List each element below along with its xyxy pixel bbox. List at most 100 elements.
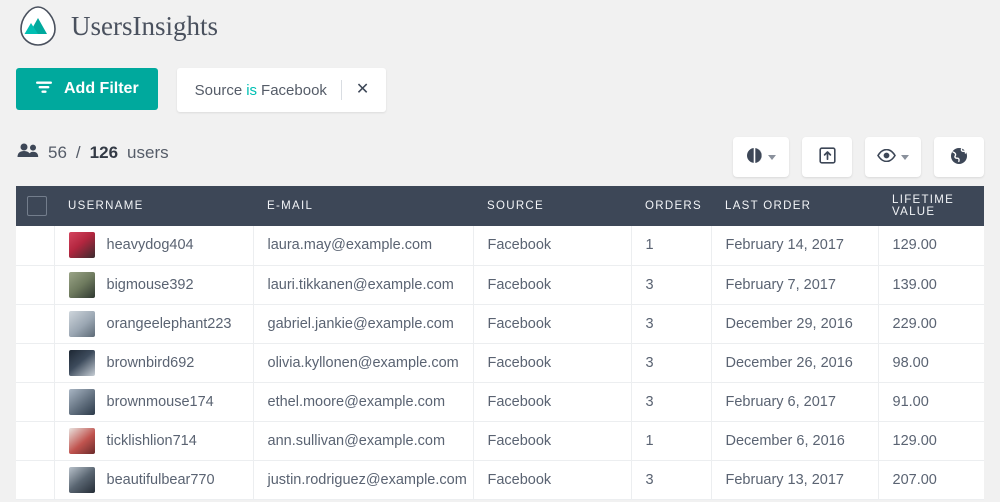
cell-orders: 3 — [631, 382, 712, 422]
cell-username[interactable]: bigmouse392 — [54, 265, 254, 305]
cell-email: ethel.moore@example.com — [253, 382, 474, 422]
add-filter-button[interactable]: Add Filter — [16, 68, 158, 110]
filter-chip-field: Source — [194, 81, 243, 99]
avatar — [68, 388, 95, 415]
column-header-email[interactable]: E-MAIL — [253, 186, 473, 226]
cell-lifetime-value: 129.00 — [878, 226, 984, 266]
cell-lifetime-value: 139.00 — [878, 265, 984, 305]
cell-source: Facebook — [473, 304, 632, 344]
cell-source: Facebook — [473, 226, 632, 266]
cell-username[interactable]: ticklishlion714 — [54, 421, 254, 461]
cell-email: gabriel.jankie@example.com — [253, 304, 474, 344]
column-header-username[interactable]: USERNAME — [54, 186, 253, 226]
visibility-button[interactable] — [865, 137, 921, 177]
cell-orders: 1 — [631, 226, 712, 266]
app-root: UsersInsights Add Filter Source is Faceb… — [0, 0, 1000, 502]
filter-chip-value: Facebook — [261, 81, 327, 99]
users-table: USERNAME E-MAIL SOURCE ORDERS LAST ORDER… — [16, 186, 984, 500]
avatar — [68, 310, 95, 337]
table-row[interactable]: ticklishlion714 ann.sullivan@example.com F… — [16, 421, 984, 461]
charts-button[interactable] — [733, 137, 789, 177]
cell-last-order: February 6, 2017 — [711, 382, 879, 422]
add-filter-label: Add Filter — [64, 80, 139, 97]
cell-lifetime-value: 91.00 — [878, 382, 984, 422]
avatar — [68, 466, 95, 493]
cell-last-order: February 7, 2017 — [711, 265, 879, 305]
avatar — [68, 232, 95, 259]
cell-username[interactable]: brownmouse174 — [54, 382, 254, 422]
chevron-down-icon — [768, 154, 776, 160]
row-select-cell[interactable] — [16, 304, 55, 344]
table-row[interactable]: brownmouse174 ethel.moore@example.com Face… — [16, 382, 984, 422]
table-row[interactable]: orangeelephant223 gabriel.jankie@example.… — [16, 304, 984, 344]
cell-source: Facebook — [473, 460, 632, 500]
table-row[interactable]: bigmouse392 lauri.tikkanen@example.com Fac… — [16, 265, 984, 305]
row-select-cell[interactable] — [16, 226, 55, 266]
cell-orders: 3 — [631, 304, 712, 344]
cell-last-order: February 14, 2017 — [711, 226, 879, 266]
users-icon — [17, 143, 39, 163]
column-header-source[interactable]: SOURCE — [473, 186, 631, 226]
row-select-cell[interactable] — [16, 460, 55, 500]
table-row[interactable]: heavydog404 laura.may@example.com Facebook… — [16, 226, 984, 266]
column-header-last-order[interactable]: LAST ORDER — [711, 186, 878, 226]
select-all-header — [16, 186, 54, 226]
count-shown: 56 — [48, 143, 67, 162]
user-count: 56 / 126 users — [17, 143, 169, 163]
cell-username[interactable]: beautifulbear770 — [54, 460, 254, 500]
row-select-cell[interactable] — [16, 265, 55, 305]
avatar — [68, 271, 95, 298]
cell-orders: 3 — [631, 460, 712, 500]
filter-chip-operator: is — [246, 81, 258, 99]
map-button[interactable] — [934, 137, 984, 177]
brand-logo: UsersInsights — [16, 4, 218, 48]
cell-username[interactable]: heavydog404 — [54, 226, 254, 266]
row-select-cell[interactable] — [16, 421, 55, 461]
cell-email: justin.rodriguez@example.com — [253, 460, 474, 500]
count-total: 126 — [89, 143, 119, 162]
row-select-cell[interactable] — [16, 382, 55, 422]
username-label: heavydog404 — [106, 237, 194, 254]
cell-email: olivia.kyllonen@example.com — [253, 343, 474, 383]
column-header-lifetime-value[interactable]: LIFETIME VALUE — [878, 186, 984, 226]
cell-orders: 3 — [631, 343, 712, 383]
column-header-orders[interactable]: ORDERS — [631, 186, 711, 226]
table-row[interactable]: beautifulbear770 justin.rodriguez@example… — [16, 460, 984, 500]
chevron-down-icon — [901, 154, 909, 160]
cell-lifetime-value: 207.00 — [878, 460, 984, 500]
export-button[interactable] — [802, 137, 852, 177]
filter-chip-source[interactable]: Source is Facebook ✕ — [176, 68, 387, 112]
cell-username[interactable]: orangeelephant223 — [54, 304, 254, 344]
cell-username[interactable]: brownbird692 — [54, 343, 254, 383]
table-row[interactable]: brownbird692 olivia.kyllonen@example.com F… — [16, 343, 984, 383]
cell-last-order: December 26, 2016 — [711, 343, 879, 383]
username-label: ticklishlion714 — [106, 432, 197, 449]
cell-source: Facebook — [473, 421, 632, 461]
pie-chart-icon — [746, 147, 763, 167]
cell-lifetime-value: 129.00 — [878, 421, 984, 461]
cell-last-order: February 13, 2017 — [711, 460, 879, 500]
cell-orders: 3 — [631, 265, 712, 305]
username-label: brownbird692 — [106, 354, 195, 371]
mountain-logo-icon — [16, 4, 60, 48]
cell-email: laura.may@example.com — [253, 226, 474, 266]
cell-email: ann.sullivan@example.com — [253, 421, 474, 461]
close-icon[interactable]: ✕ — [353, 80, 372, 100]
checkbox-icon[interactable] — [27, 196, 47, 216]
row-select-cell[interactable] — [16, 343, 55, 383]
cell-last-order: December 29, 2016 — [711, 304, 879, 344]
chip-divider — [340, 80, 342, 100]
avatar — [68, 427, 95, 454]
cell-lifetime-value: 229.00 — [878, 304, 984, 344]
cell-orders: 1 — [631, 421, 712, 461]
funnel-icon — [35, 80, 53, 99]
filter-bar: Add Filter Source is Facebook ✕ — [16, 68, 387, 112]
table-header-row: USERNAME E-MAIL SOURCE ORDERS LAST ORDER… — [16, 186, 984, 226]
username-label: orangeelephant223 — [106, 315, 232, 332]
eye-icon — [877, 148, 896, 165]
cell-lifetime-value: 98.00 — [878, 343, 984, 383]
cell-email: lauri.tikkanen@example.com — [253, 265, 474, 305]
username-label: brownmouse174 — [106, 393, 214, 410]
brand-name: UsersInsights — [71, 10, 218, 41]
cell-source: Facebook — [473, 343, 632, 383]
